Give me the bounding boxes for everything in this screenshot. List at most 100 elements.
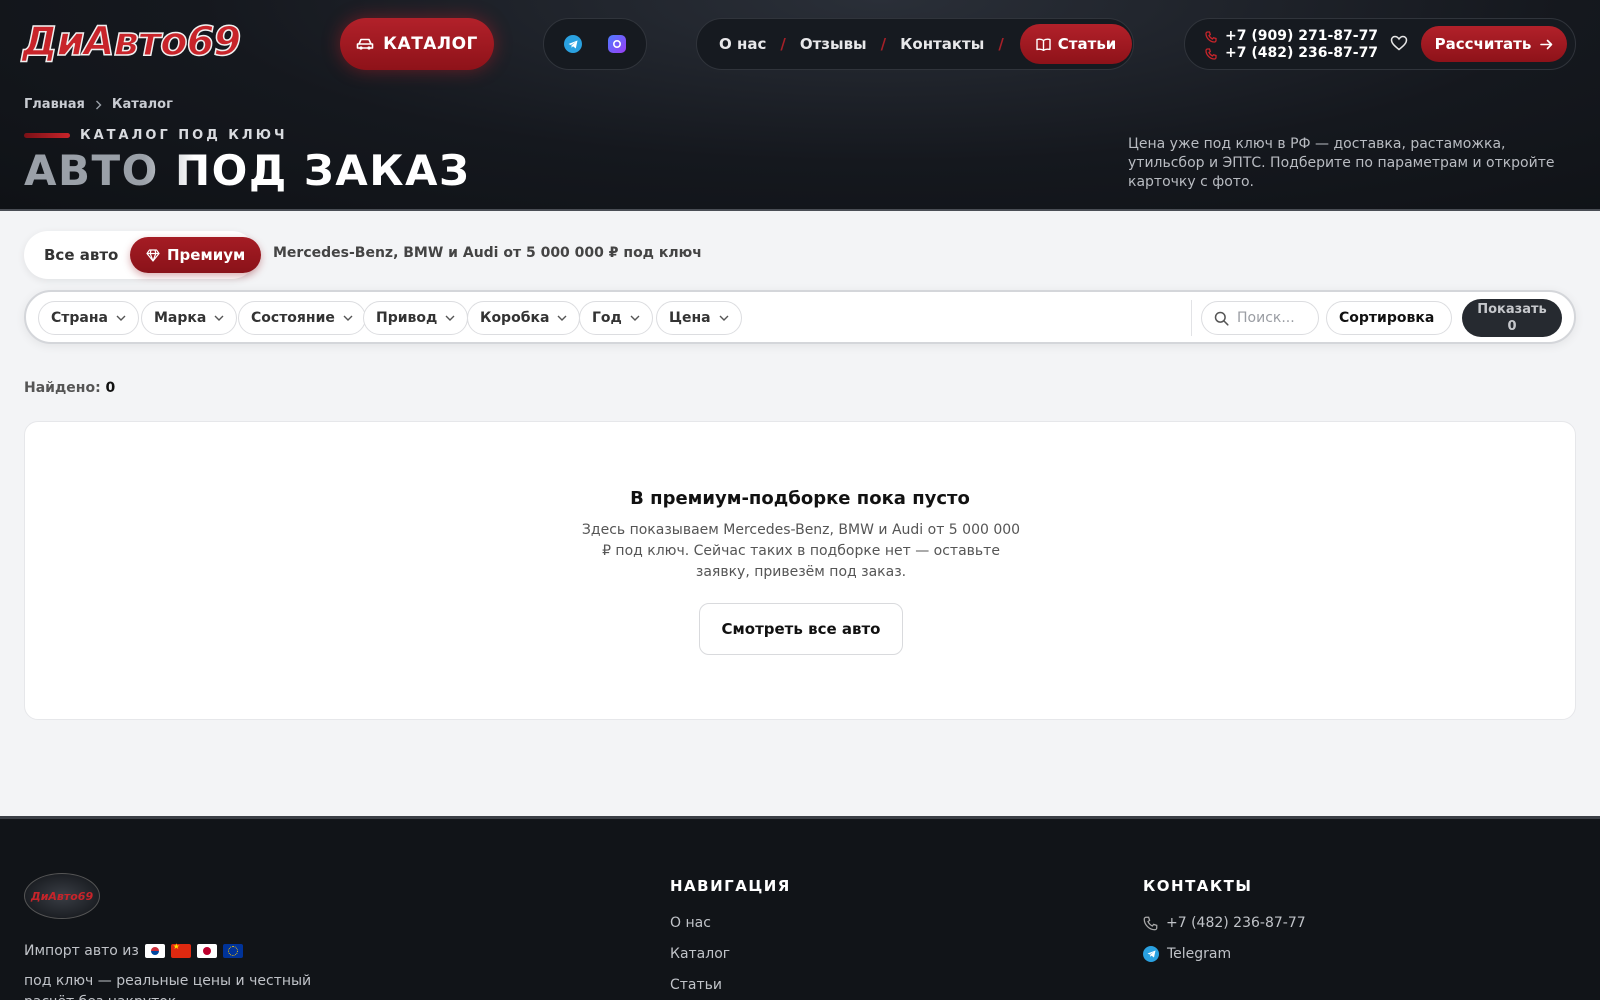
nav-articles-label: Статьи xyxy=(1057,35,1117,53)
show-results-count: 0 xyxy=(1507,319,1517,334)
phone-icon xyxy=(1143,916,1158,930)
results-count-value: 0 xyxy=(105,380,116,396)
phone-icon xyxy=(1205,47,1217,60)
sort-button[interactable]: Сортировка xyxy=(1326,301,1452,335)
main-nav: О нас / Отзывы / Контакты / Статьи xyxy=(696,18,1134,70)
results-count: Найдено: 0 xyxy=(24,380,115,396)
filter-country[interactable]: Страна xyxy=(38,301,139,335)
filter-label: Цена xyxy=(669,310,711,326)
filter-label: Привод xyxy=(376,310,438,326)
catalog-button[interactable]: КАТАЛОГ xyxy=(340,18,494,70)
footer-phone[interactable]: +7 (482) 236-87-77 xyxy=(1143,915,1306,931)
hero-header: ДиАвто69 КАТАЛОГ О нас / Отзывы / Контак… xyxy=(0,0,1600,211)
header-contacts: +7 (909) 271-87-77 +7 (482) 236-87-77 Ра… xyxy=(1184,18,1576,70)
filter-label: Страна xyxy=(51,310,108,326)
filter-label: Год xyxy=(592,310,622,326)
tab-premium-label: Премиум xyxy=(167,246,246,264)
filter-bar: Страна Марка Состояние Привод Коробка Го… xyxy=(24,290,1576,344)
breadcrumb-home[interactable]: Главная xyxy=(24,97,85,112)
book-icon xyxy=(1036,38,1051,51)
search-input[interactable] xyxy=(1237,310,1317,326)
nav-separator: / xyxy=(780,35,786,53)
import-countries: Импорт авто из xyxy=(24,942,243,959)
chevron-right-icon xyxy=(95,100,102,109)
breadcrumb: Главная Каталог xyxy=(24,97,173,112)
footer-link-catalog[interactable]: Каталог xyxy=(670,946,730,962)
china-flag-icon xyxy=(170,942,191,958)
search-field[interactable] xyxy=(1201,301,1319,335)
filter-gearbox[interactable]: Коробка xyxy=(467,301,581,335)
phone-number: +7 (482) 236-87-77 xyxy=(1225,45,1379,61)
eyebrow-accent-bar xyxy=(24,133,70,138)
catalog-button-label: КАТАЛОГ xyxy=(383,34,478,54)
phone-row[interactable]: +7 (482) 236-87-77 xyxy=(1205,45,1378,62)
site-logo[interactable]: ДиАвто69 xyxy=(21,19,242,65)
nav-link-about[interactable]: О нас xyxy=(719,35,766,53)
empty-state-card: В премиум-подборке пока пусто Здесь пока… xyxy=(24,421,1576,720)
empty-state-title: В премиум-подборке пока пусто xyxy=(630,488,970,509)
show-results-label: Показать xyxy=(1477,302,1547,317)
chevron-down-icon xyxy=(116,315,126,321)
site-footer: ДиАвто69 Импорт авто из под ключ — реаль… xyxy=(0,816,1600,1000)
chevron-down-icon xyxy=(445,315,455,321)
footer-nav-heading: НАВИГАЦИЯ xyxy=(670,877,791,895)
nav-separator: / xyxy=(880,35,887,53)
show-results-button[interactable]: Показать 0 xyxy=(1462,299,1562,337)
breadcrumb-current: Каталог xyxy=(111,97,173,112)
arrow-right-icon xyxy=(1540,39,1553,49)
nav-link-reviews[interactable]: Отзывы xyxy=(800,35,867,53)
phone-row[interactable]: +7 (909) 271-87-77 xyxy=(1205,28,1378,45)
catalog-tabs: Все авто Премиум xyxy=(24,231,262,279)
footer-telegram[interactable]: Telegram xyxy=(1143,946,1231,962)
footer-telegram-label: Telegram xyxy=(1167,946,1232,962)
eyebrow-text: КАТАЛОГ ПОД КЛЮЧ xyxy=(80,128,288,143)
results-count-label: Найдено: xyxy=(24,380,101,396)
footer-logo[interactable]: ДиАвто69 xyxy=(24,873,100,919)
eyebrow: КАТАЛОГ ПОД КЛЮЧ xyxy=(24,128,288,143)
japan-flag-icon xyxy=(196,944,217,958)
nav-link-articles[interactable]: Статьи xyxy=(1019,24,1133,64)
footer-phone-number: +7 (482) 236-87-77 xyxy=(1166,915,1306,931)
favorites-heart-icon[interactable] xyxy=(1390,35,1408,55)
calculate-button[interactable]: Рассчитать xyxy=(1421,26,1567,62)
chevron-down-icon xyxy=(557,315,567,321)
filter-condition[interactable]: Состояние xyxy=(238,301,366,335)
filter-label: Состояние xyxy=(251,310,335,326)
hero-description: Цена уже под ключ в РФ — доставка, раста… xyxy=(1128,136,1555,190)
chevron-down-icon xyxy=(630,315,640,321)
nav-link-contacts[interactable]: Контакты xyxy=(900,35,984,53)
phone-icon xyxy=(1205,30,1217,43)
chevron-down-icon xyxy=(343,315,353,321)
filter-year[interactable]: Год xyxy=(579,301,653,335)
footer-link-about[interactable]: О нас xyxy=(670,915,711,931)
filter-divider xyxy=(1191,300,1192,336)
filter-price[interactable]: Цена xyxy=(656,301,742,335)
phone-number: +7 (909) 271-87-77 xyxy=(1225,28,1379,44)
filter-drive[interactable]: Привод xyxy=(363,301,469,335)
footer-contacts-heading: КОНТАКТЫ xyxy=(1143,877,1253,895)
empty-state-text: Здесь показываем Mercedes-Benz, BMW и Au… xyxy=(581,522,1021,580)
calculate-button-label: Рассчитать xyxy=(1434,35,1532,53)
filter-brand[interactable]: Марка xyxy=(141,301,238,335)
search-icon xyxy=(1214,311,1229,326)
import-label: Импорт авто из xyxy=(24,943,139,959)
diamond-icon xyxy=(146,248,160,262)
filter-label: Коробка xyxy=(480,310,550,326)
phone-list: +7 (909) 271-87-77 +7 (482) 236-87-77 xyxy=(1205,28,1378,62)
south-korea-flag-icon xyxy=(144,944,165,958)
chevron-down-icon xyxy=(719,315,729,321)
footer-link-articles[interactable]: Статьи xyxy=(670,977,722,993)
tab-premium[interactable]: Премиум xyxy=(130,237,262,273)
nav-separator: / xyxy=(998,35,1004,53)
eu-flag-icon xyxy=(222,944,243,958)
footer-tagline: под ключ — реальные цены и честный расчё… xyxy=(24,973,312,1000)
filter-label: Марка xyxy=(154,310,207,326)
telegram-icon xyxy=(1143,946,1159,962)
tab-all-cars[interactable]: Все авто xyxy=(44,246,118,264)
page-title: АВТО ПОД ЗАКАЗ xyxy=(24,146,471,195)
view-all-cars-button[interactable]: Смотреть все авто xyxy=(699,603,903,655)
social-links xyxy=(543,18,647,70)
max-messenger-icon[interactable] xyxy=(608,35,626,53)
premium-note: Mercedes-Benz, BMW и Audi от 5 000 000 ₽… xyxy=(273,245,702,261)
telegram-icon[interactable] xyxy=(564,35,582,53)
